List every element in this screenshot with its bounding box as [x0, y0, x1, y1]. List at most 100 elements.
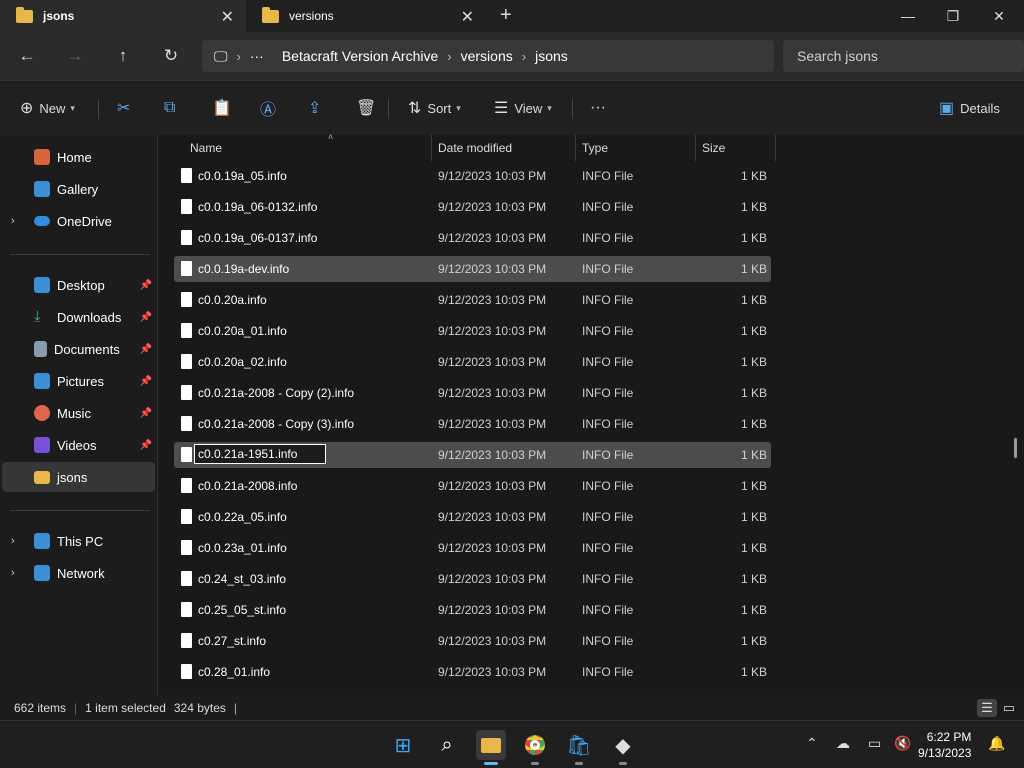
- sidebar-item-music[interactable]: Music 📌: [0, 398, 156, 428]
- pin-icon[interactable]: 📌: [140, 408, 152, 419]
- up-icon[interactable]: ↑: [111, 44, 135, 68]
- search-icon[interactable]: ⌕: [432, 730, 462, 760]
- close-tab-icon[interactable]: ✕: [461, 7, 474, 27]
- file-row[interactable]: c0.0.19a_06-0137.info 9/12/2023 10:03 PM I…: [174, 225, 771, 251]
- file-row[interactable]: c0.28_01.info 9/12/2023 10:03 PM INFO File…: [174, 659, 771, 685]
- notification-icon[interactable]: 🔔: [988, 735, 1005, 752]
- file-row[interactable]: c0.0.21a-2008 - Copy (2).info 9/12/2023 1…: [174, 380, 771, 406]
- column-header-type[interactable]: Type: [576, 135, 696, 161]
- refresh-icon[interactable]: ↻: [159, 44, 183, 68]
- file-type: INFO File: [582, 417, 634, 431]
- chrome-icon[interactable]: [520, 730, 550, 765]
- chevron-right-icon[interactable]: ›: [237, 49, 241, 64]
- tab-versions[interactable]: versions ✕: [246, 0, 486, 32]
- file-row[interactable]: c0.27_st.info 9/12/2023 10:03 PM INFO File…: [174, 628, 771, 654]
- share-button[interactable]: ⇪: [308, 97, 327, 119]
- breadcrumb-versions[interactable]: versions: [461, 48, 513, 64]
- sidebar-item-onedrive[interactable]: › OneDrive: [0, 206, 156, 236]
- restore-icon[interactable]: ❐: [930, 0, 976, 32]
- breadcrumb-betacraft[interactable]: Betacraft Version Archive: [282, 48, 438, 64]
- chevron-right-icon[interactable]: ›: [11, 215, 15, 227]
- file-row[interactable]: c0.0.21a-2008.info 9/12/2023 10:03 PM INFO…: [174, 473, 771, 499]
- start-icon[interactable]: ⊞: [388, 730, 418, 760]
- sidebar-item-gallery[interactable]: Gallery: [0, 174, 156, 204]
- tiles-view-icon[interactable]: ▭: [999, 699, 1019, 717]
- sidebar-item-downloads[interactable]: ⤓ Downloads 📌: [0, 302, 156, 332]
- volume-muted-icon[interactable]: 🔇: [894, 735, 911, 752]
- back-icon[interactable]: ←: [15, 44, 39, 68]
- file-row[interactable]: c0.0.19a_06-0132.info 9/12/2023 10:03 PM I…: [174, 194, 771, 220]
- copy-button[interactable]: ⧉: [164, 97, 181, 119]
- sidebar-item-pictures[interactable]: Pictures 📌: [0, 366, 156, 396]
- file-row[interactable]: c0.0.23a_01.info 9/12/2023 10:03 PM INFO F…: [174, 535, 771, 561]
- tab-jsons[interactable]: jsons ✕: [0, 0, 246, 32]
- onedrive-tray-icon[interactable]: ☁: [836, 735, 850, 752]
- scrollbar[interactable]: [1014, 438, 1017, 458]
- clock[interactable]: 6:22 PM 9/13/2023: [918, 729, 971, 761]
- file-row[interactable]: c0.24_st_03.info 9/12/2023 10:03 PM INFO F…: [174, 566, 771, 592]
- file-row[interactable]: c0.0.20a_02.info 9/12/2023 10:03 PM INFO F…: [174, 349, 771, 375]
- view-button[interactable]: ☰ View ▾: [494, 97, 552, 119]
- details-view-icon[interactable]: ☰: [977, 699, 997, 717]
- new-tab-icon[interactable]: +: [500, 4, 512, 27]
- file-row[interactable]: c0.0.22a_05.info 9/12/2023 10:03 PM INFO F…: [174, 504, 771, 530]
- pin-icon[interactable]: 📌: [140, 440, 152, 451]
- chevron-right-icon[interactable]: ›: [11, 535, 15, 547]
- column-header-name[interactable]: ˄ Name: [184, 132, 432, 161]
- file-type: INFO File: [582, 510, 634, 524]
- file-row[interactable]: c0.0.20a_01.info 9/12/2023 10:03 PM INFO F…: [174, 318, 771, 344]
- sidebar-item-desktop[interactable]: Desktop 📌: [0, 270, 156, 300]
- close-tab-icon[interactable]: ✕: [221, 7, 234, 27]
- sidebar-item-network[interactable]: › Network: [0, 558, 156, 588]
- file-row[interactable]: 9/12/2023 10:03 PM INFO File 1 KB: [174, 442, 771, 468]
- search-input[interactable]: Search jsons: [783, 40, 1024, 72]
- this-pc-icon[interactable]: 🖵: [214, 48, 228, 65]
- column-header-size[interactable]: Size: [696, 135, 776, 161]
- sidebar-item-documents[interactable]: Documents 📌: [0, 334, 156, 364]
- display-icon[interactable]: ▭: [868, 735, 881, 752]
- chevron-right-icon[interactable]: ›: [522, 49, 526, 64]
- rename-button[interactable]: Ⓐ: [260, 97, 282, 119]
- share-icon: ⇪: [308, 100, 322, 117]
- details-button[interactable]: ▣ Details: [939, 97, 1000, 119]
- minimize-icon[interactable]: —: [885, 0, 931, 32]
- chevron-right-icon[interactable]: ›: [447, 49, 451, 64]
- app-icon[interactable]: ◆: [608, 730, 638, 765]
- file-size: 1 KB: [740, 448, 767, 462]
- pin-icon[interactable]: 📌: [140, 280, 152, 291]
- new-button[interactable]: ⊕ New ▾: [20, 97, 75, 119]
- chevron-up-icon[interactable]: ⌃: [806, 735, 818, 752]
- file-date: 9/12/2023 10:03 PM: [438, 665, 547, 679]
- rename-input[interactable]: [194, 444, 326, 464]
- breadcrumb-jsons[interactable]: jsons: [535, 48, 568, 64]
- forward-icon[interactable]: →: [63, 44, 87, 68]
- file-row[interactable]: c0.25_05_st.info 9/12/2023 10:03 PM INFO F…: [174, 597, 771, 623]
- rename-icon: Ⓐ: [260, 102, 277, 119]
- pin-icon[interactable]: 📌: [140, 344, 152, 355]
- file-row[interactable]: c0.0.21a-2008 - Copy (3).info 9/12/2023 1…: [174, 411, 771, 437]
- cut-button[interactable]: ✂: [117, 97, 136, 119]
- sidebar-item-videos[interactable]: Videos 📌: [0, 430, 156, 460]
- sidebar-item-this-pc[interactable]: › This PC: [0, 526, 156, 556]
- store-icon[interactable]: 🛍: [564, 730, 594, 765]
- address-bar[interactable]: 🖵 › ··· Betacraft Version Archive › vers…: [202, 40, 774, 72]
- file-explorer-icon[interactable]: [476, 730, 506, 765]
- column-header-date[interactable]: Date modified: [432, 135, 576, 161]
- close-icon[interactable]: ✕: [976, 0, 1022, 32]
- file-row[interactable]: c0.0.19a_05.info 9/12/2023 10:03 PM INFO F…: [174, 163, 771, 189]
- file-size: 1 KB: [740, 386, 767, 400]
- delete-button[interactable]: 🗑: [356, 97, 382, 119]
- file-row[interactable]: c0.0.20a.info 9/12/2023 10:03 PM INFO File…: [174, 287, 771, 313]
- paste-button[interactable]: 📋: [212, 97, 238, 119]
- details-label: Details: [960, 100, 1000, 116]
- sidebar-item-jsons[interactable]: jsons: [2, 462, 155, 492]
- pin-icon[interactable]: 📌: [140, 376, 152, 387]
- sidebar-item-home[interactable]: Home: [0, 142, 156, 172]
- breadcrumb-overflow[interactable]: ···: [250, 48, 264, 64]
- more-options-button[interactable]: ···: [590, 97, 606, 119]
- sort-button[interactable]: ⇅ Sort ▾: [408, 97, 461, 119]
- file-list: ˄ Name Date modified Type Size c0.0.19a_…: [158, 132, 1024, 695]
- chevron-right-icon[interactable]: ›: [11, 567, 15, 579]
- pin-icon[interactable]: 📌: [140, 312, 152, 323]
- file-row[interactable]: c0.0.19a-dev.info 9/12/2023 10:03 PM INFO …: [174, 256, 771, 282]
